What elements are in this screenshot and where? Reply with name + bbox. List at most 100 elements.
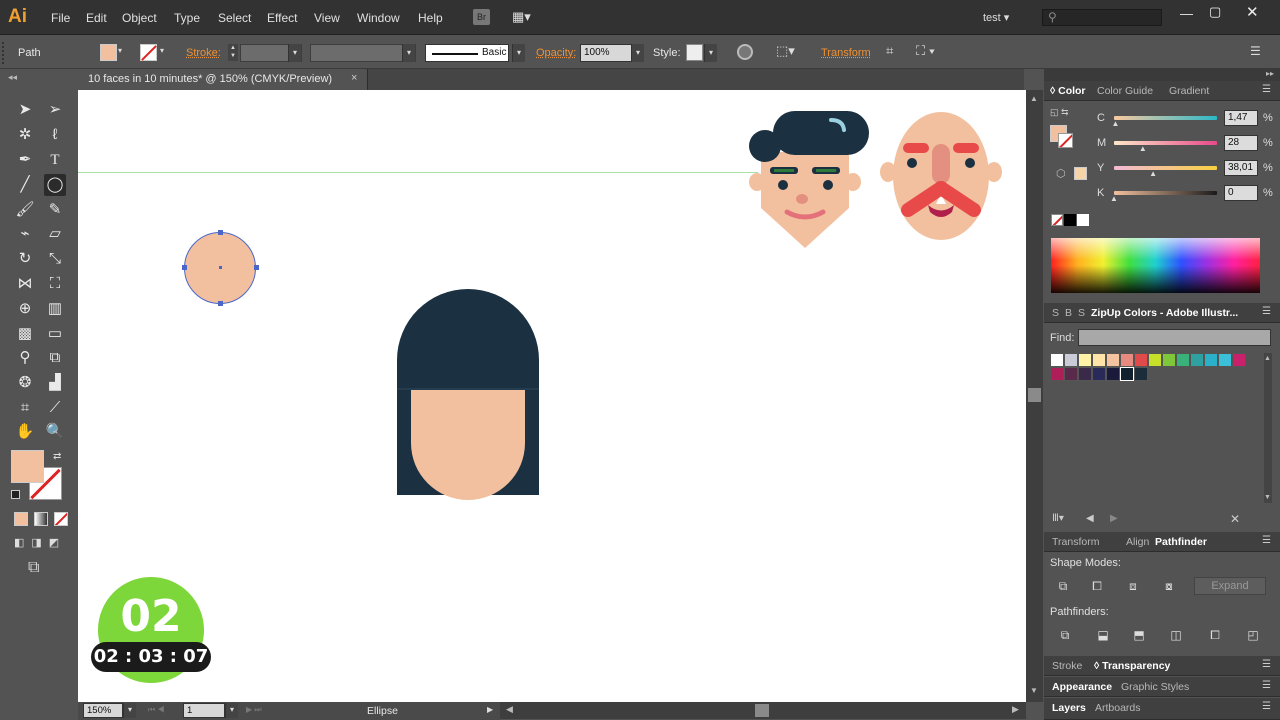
chevron-down-icon[interactable]: ▾: [631, 44, 644, 62]
gradient-tool-icon[interactable]: ▭: [44, 323, 66, 345]
rotate-tool-icon[interactable]: ↻: [14, 248, 36, 270]
collapse-panels-icon[interactable]: ▸▸: [1266, 69, 1274, 78]
magenta-slider-thumb[interactable]: ▲: [1139, 144, 1147, 153]
black-slider[interactable]: [1114, 191, 1217, 195]
menu-window[interactable]: Window: [357, 11, 400, 25]
swatch[interactable]: [1190, 353, 1204, 367]
tab-transparency[interactable]: ◊ Transparency: [1094, 660, 1170, 672]
default-colors-icon[interactable]: ◱ ⇆: [1050, 107, 1069, 118]
previous-library-icon[interactable]: ◀: [1086, 513, 1094, 524]
anchor-point[interactable]: [254, 265, 259, 270]
workspace-switcher[interactable]: test ▾: [983, 11, 1009, 24]
variable-width-profile[interactable]: [310, 44, 416, 62]
current-tool-status[interactable]: Ellipse: [367, 705, 398, 717]
white-swatch[interactable]: [1077, 214, 1089, 226]
black-value[interactable]: 0: [1224, 185, 1258, 201]
outline-icon[interactable]: ⧠: [1206, 627, 1224, 643]
pencil-tool-icon[interactable]: ✎: [44, 199, 66, 221]
eyedropper-tool-icon[interactable]: ⚲: [14, 347, 36, 369]
swatch[interactable]: [1232, 353, 1246, 367]
tab-artboards[interactable]: Artboards: [1095, 702, 1141, 714]
divide-icon[interactable]: ⧉: [1056, 627, 1074, 643]
face-illustration-2[interactable]: [880, 108, 1004, 248]
swatch[interactable]: [1078, 353, 1092, 367]
tab-brushes[interactable]: B: [1065, 307, 1072, 319]
color-spectrum[interactable]: [1051, 238, 1260, 293]
panel-menu-icon[interactable]: ☰: [1262, 535, 1271, 546]
chevron-down-icon[interactable]: ▾: [288, 44, 301, 62]
gradient-mode-icon[interactable]: [34, 512, 48, 526]
face-illustration-1[interactable]: [743, 108, 873, 248]
drawing-modes-icon[interactable]: ◧◨◩: [14, 536, 66, 549]
type-tool-icon[interactable]: T: [44, 149, 66, 171]
swatch[interactable]: [1120, 367, 1134, 381]
tab-align[interactable]: Align: [1126, 536, 1149, 548]
graphic-style-swatch[interactable]: [686, 44, 703, 61]
chevron-down-icon[interactable]: ▾: [704, 44, 717, 62]
color-mode-icon[interactable]: [14, 512, 28, 526]
yellow-value[interactable]: 38,01: [1224, 160, 1258, 176]
none-mode-icon[interactable]: [54, 512, 68, 526]
panel-menu-icon[interactable]: ☰: [1262, 680, 1271, 691]
tab-symbols[interactable]: S: [1078, 307, 1085, 319]
swatch[interactable]: [1106, 367, 1120, 381]
scroll-up-arrow[interactable]: ▲: [1264, 355, 1271, 362]
swatch[interactable]: [1050, 367, 1064, 381]
scroll-left-arrow[interactable]: ◀: [506, 704, 513, 715]
scroll-down-arrow[interactable]: ▼: [1030, 686, 1038, 695]
anchor-point[interactable]: [182, 265, 187, 270]
swatch[interactable]: [1204, 353, 1218, 367]
tab-stroke[interactable]: Stroke: [1052, 660, 1082, 672]
trim-icon[interactable]: ⬓: [1094, 627, 1112, 643]
scroll-down-arrow[interactable]: ▼: [1264, 494, 1271, 501]
menu-file[interactable]: File: [51, 11, 70, 25]
cyan-slider[interactable]: [1114, 116, 1217, 120]
fill-box[interactable]: [11, 450, 44, 483]
isolate-object-icon[interactable]: ⌗: [886, 43, 893, 59]
out-of-gamut-icon[interactable]: ⬡: [1056, 167, 1066, 180]
blob-brush-tool-icon[interactable]: ⌁: [14, 223, 36, 245]
swatch[interactable]: [1092, 353, 1106, 367]
chevron-down-icon[interactable]: ▾: [512, 44, 525, 62]
stroke-color-swatch[interactable]: [140, 44, 157, 61]
panel-menu-icon[interactable]: ☰: [1262, 701, 1271, 712]
swatch[interactable]: [1134, 367, 1148, 381]
magenta-slider[interactable]: [1114, 141, 1217, 145]
merge-icon[interactable]: ⬒: [1130, 627, 1148, 643]
minimize-button[interactable]: —: [1180, 6, 1193, 21]
magic-wand-tool-icon[interactable]: ✲: [14, 124, 36, 146]
selection-tool-icon[interactable]: ➤: [14, 99, 36, 121]
tools-icon[interactable]: ✕: [1230, 512, 1240, 526]
vertical-scrollbar[interactable]: ▲ ▼: [1026, 90, 1043, 702]
horizontal-scroll-thumb[interactable]: [755, 704, 769, 717]
intersect-icon[interactable]: ⧈: [1124, 578, 1142, 594]
tab-swatches[interactable]: S: [1052, 307, 1059, 319]
collapse-toolbox-icon[interactable]: ◂◂: [8, 72, 17, 83]
ellipse-tool-icon[interactable]: ◯: [44, 174, 66, 196]
swap-fill-stroke-icon[interactable]: ⇄: [53, 451, 61, 462]
swatch[interactable]: [1064, 367, 1078, 381]
stroke-weight-stepper[interactable]: ▲ ▼: [228, 44, 238, 61]
chevron-down-icon[interactable]: ▾: [118, 46, 122, 55]
menu-select[interactable]: Select: [218, 11, 251, 25]
swatch[interactable]: [1176, 353, 1190, 367]
black-slider-thumb[interactable]: ▲: [1110, 194, 1118, 203]
exclude-icon[interactable]: ⧇: [1160, 578, 1178, 594]
slice-tool-icon[interactable]: ⟋: [44, 397, 66, 419]
anchor-point[interactable]: [218, 301, 223, 306]
menu-type[interactable]: Type: [174, 11, 200, 25]
close-document-icon[interactable]: ×: [351, 72, 357, 84]
default-fill-stroke-icon[interactable]: [11, 490, 20, 499]
eraser-tool-icon[interactable]: ▱: [44, 223, 66, 245]
cyan-slider-thumb[interactable]: ▲: [1112, 119, 1120, 128]
artboard-number-field[interactable]: 1: [183, 703, 225, 718]
width-tool-icon[interactable]: ⋈: [14, 273, 36, 295]
face-shape[interactable]: [411, 390, 525, 500]
tab-color-guide[interactable]: Color Guide: [1097, 85, 1153, 97]
opacity-field[interactable]: 100%: [580, 44, 632, 62]
panel-menu-icon[interactable]: ☰: [1262, 306, 1271, 317]
symbol-sprayer-tool-icon[interactable]: ❂: [14, 372, 36, 394]
crop-icon[interactable]: ◫: [1167, 627, 1185, 643]
tab-graphic-styles[interactable]: Graphic Styles: [1121, 681, 1189, 693]
unite-icon[interactable]: ⧉: [1054, 578, 1072, 594]
